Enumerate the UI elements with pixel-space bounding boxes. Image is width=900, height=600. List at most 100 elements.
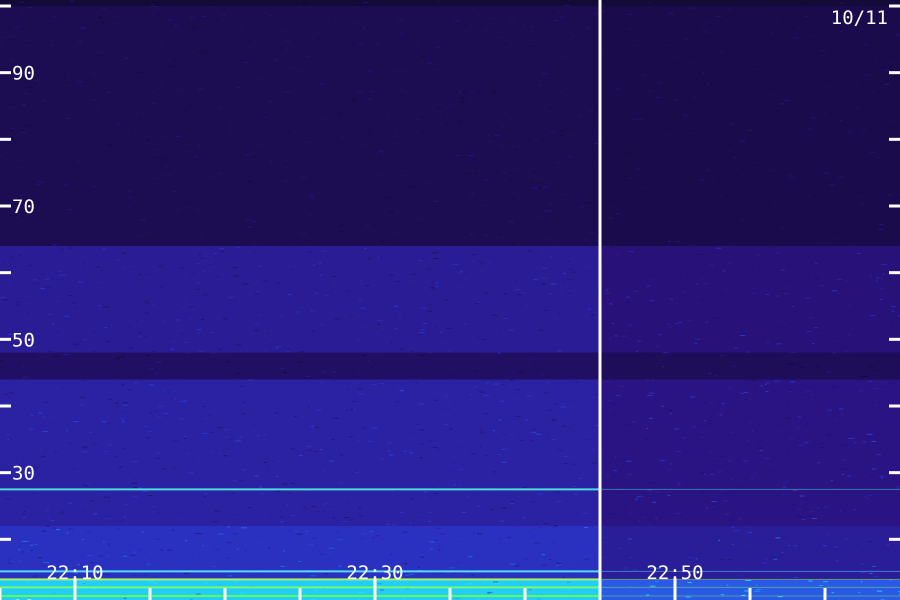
noise-pixel [72, 468, 77, 470]
noise-pixel [799, 495, 805, 497]
noise-pixel [416, 382, 418, 384]
noise-pixel [703, 188, 709, 190]
noise-pixel [776, 252, 779, 254]
noise-pixel [502, 434, 507, 436]
noise-pixel [609, 303, 613, 305]
noise-pixel [710, 79, 714, 81]
noise-pixel [833, 494, 836, 496]
noise-pixel [762, 155, 768, 157]
noise-pixel [219, 248, 224, 250]
noise-pixel [130, 135, 133, 137]
noise-pixel [868, 365, 873, 367]
noise-pixel [551, 268, 553, 269]
noise-pixel [809, 426, 815, 428]
noise-pixel [469, 30, 474, 32]
noise-pixel [217, 427, 224, 429]
noise-pixel [439, 8, 441, 10]
noise-pixel [888, 194, 892, 196]
noise-pixel [647, 524, 650, 526]
noise-pixel [661, 400, 663, 402]
noise-pixel [157, 73, 162, 75]
noise-pixel [213, 103, 217, 105]
noise-pixel [108, 500, 110, 502]
noise-pixel [679, 545, 681, 547]
noise-pixel [656, 155, 658, 157]
noise-pixel [100, 282, 103, 284]
noise-pixel [673, 99, 679, 101]
noise-pixel [473, 370, 477, 372]
noise-pixel [566, 279, 571, 281]
noise-pixel [782, 122, 788, 124]
noise-pixel [97, 2, 104, 4]
noise-pixel [532, 477, 537, 479]
noise-pixel [252, 156, 257, 158]
noise-pixel [780, 260, 783, 262]
noise-pixel [337, 471, 341, 473]
noise-pixel [217, 348, 222, 350]
noise-pixel [391, 139, 398, 140]
noise-pixel [53, 10, 56, 11]
noise-pixel [7, 439, 10, 441]
noise-pixel [628, 177, 632, 179]
noise-pixel [645, 213, 647, 215]
noise-pixel [399, 314, 401, 316]
noise-pixel [21, 295, 25, 297]
noise-pixel [162, 468, 167, 470]
noise-pixel [393, 373, 396, 375]
noise-pixel [797, 427, 800, 429]
noise-pixel [305, 530, 309, 532]
noise-pixel [387, 442, 392, 444]
noise-pixel [331, 319, 335, 320]
noise-pixel [514, 78, 517, 80]
noise-pixel [108, 398, 112, 400]
noise-pixel [608, 473, 610, 475]
noise-pixel [720, 354, 723, 356]
noise-pixel [586, 51, 589, 53]
noise-pixel [421, 212, 424, 214]
noise-pixel [188, 7, 194, 9]
noise-pixel [761, 136, 766, 138]
noise-pixel [285, 73, 288, 75]
noise-pixel [870, 336, 874, 338]
noise-pixel [795, 197, 797, 199]
noise-pixel [109, 566, 112, 568]
noise-pixel [558, 486, 561, 488]
noise-pixel [833, 341, 837, 343]
noise-pixel [395, 356, 401, 358]
noise-pixel [209, 100, 213, 102]
noise-pixel [369, 112, 374, 114]
noise-pixel [90, 193, 94, 195]
noise-pixel [308, 268, 313, 270]
noise-pixel [683, 515, 689, 517]
noise-pixel [355, 471, 360, 473]
noise-pixel [271, 110, 277, 112]
noise-pixel [51, 44, 55, 46]
noise-pixel [639, 102, 643, 104]
noise-pixel [731, 365, 736, 367]
noise-pixel [389, 274, 395, 276]
noise-pixel [353, 408, 356, 410]
noise-pixel [485, 359, 492, 361]
noise-pixel [31, 369, 34, 371]
noise-pixel [325, 103, 329, 105]
noise-pixel [608, 513, 614, 515]
noise-pixel [222, 318, 227, 320]
noise-pixel [302, 142, 304, 144]
noise-pixel [379, 458, 386, 460]
noise-pixel [541, 382, 544, 384]
noise-pixel [22, 187, 26, 189]
noise-pixel [18, 459, 22, 461]
noise-pixel [212, 6, 218, 8]
noise-pixel [839, 2, 845, 4]
noise-pixel [543, 186, 549, 188]
noise-pixel [161, 530, 164, 532]
noise-pixel [368, 440, 373, 442]
noise-pixel [173, 450, 176, 452]
noise-pixel [477, 270, 483, 272]
noise-pixel [400, 390, 404, 392]
noise-pixel [245, 476, 252, 477]
noise-pixel [306, 251, 313, 253]
noise-pixel [776, 17, 779, 19]
noise-pixel [115, 84, 119, 86]
noise-pixel [239, 249, 241, 251]
